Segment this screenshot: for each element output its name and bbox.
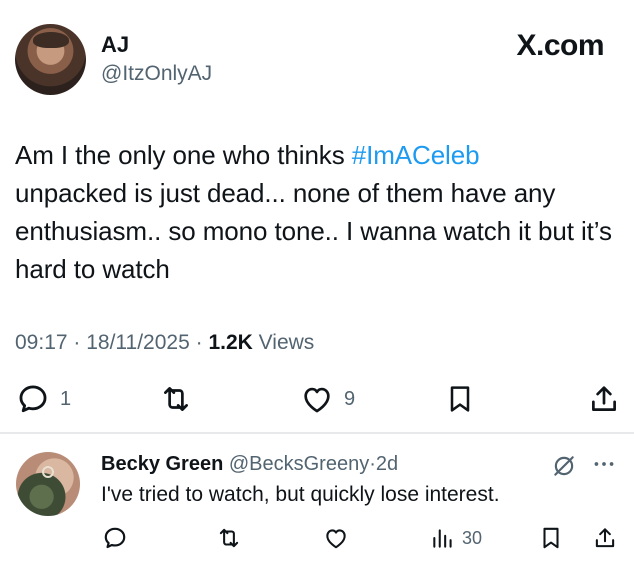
views-label: Views: [258, 331, 315, 354]
tweet-actions: 1 9: [0, 378, 634, 420]
reply-icon: [19, 385, 47, 413]
reply-age[interactable]: 2d: [376, 453, 398, 475]
reply-reply-button[interactable]: [102, 522, 128, 554]
reply-views-button[interactable]: 30: [430, 522, 482, 554]
reply-header: Becky Green @BecksGreeny·2d: [101, 452, 398, 476]
tweet-text-start: Am I the only one who thinks: [15, 140, 352, 170]
reply-actions: 30: [0, 522, 634, 554]
like-icon: [326, 529, 346, 549]
author-handle[interactable]: @ItzOnlyAJ: [101, 62, 212, 86]
like-count: 9: [344, 387, 356, 410]
author-avatar[interactable]: [15, 24, 86, 95]
share-icon: [592, 386, 616, 411]
reply-share-button[interactable]: [592, 522, 618, 554]
meta-separator: ·: [189, 331, 209, 354]
bookmark-button[interactable]: [444, 378, 476, 420]
reply-views-count: 30: [462, 527, 483, 548]
tweet-time[interactable]: 09:17: [15, 331, 68, 354]
views-count: 1.2K: [208, 331, 253, 354]
bookmark-icon: [450, 386, 470, 412]
reply-avatar[interactable]: [16, 452, 80, 516]
more-icon: [594, 462, 614, 466]
like-icon: [304, 387, 330, 413]
like-button[interactable]: 9: [300, 378, 355, 420]
share-button[interactable]: [587, 378, 621, 420]
main-tweet[interactable]: AJ @ItzOnlyAJ X.com Am I the only one wh…: [0, 0, 634, 432]
reply-like-button[interactable]: [323, 522, 349, 554]
reply-bookmark-button[interactable]: [538, 522, 564, 554]
reply-retweet-button[interactable]: [216, 522, 242, 554]
retweet-icon: [164, 387, 188, 411]
reply-button[interactable]: 1: [16, 378, 71, 420]
reply-count: 1: [60, 387, 72, 410]
reply-separator: ·: [369, 453, 376, 475]
grok-icon: [554, 456, 574, 476]
reply-author-name[interactable]: Becky Green: [101, 453, 223, 475]
share-icon: [595, 528, 615, 548]
retweet-button[interactable]: [158, 378, 194, 420]
brand-logo: X.com: [516, 29, 604, 62]
tweet-text: Am I the only one who thinks #ImACeleb un…: [15, 136, 627, 288]
reply-text: I've tried to watch, but quickly lose in…: [101, 483, 500, 506]
reply-icon: [104, 527, 126, 549]
tweet-text-rest: unpacked is just dead... none of them ha…: [15, 178, 612, 284]
bookmark-icon: [543, 527, 559, 549]
reply-author-handle[interactable]: @BecksGreeny: [229, 453, 369, 475]
author-name[interactable]: AJ: [101, 32, 129, 58]
grok-button[interactable]: [551, 453, 577, 484]
retweet-icon: [219, 528, 239, 548]
views-icon: [433, 529, 452, 548]
tweet-meta: 09:17 · 18/11/2025 · 1.2K Views: [15, 328, 314, 358]
reply-tweet[interactable]: Becky Green @BecksGreeny·2d I've tried t…: [0, 434, 634, 581]
meta-separator: ·: [67, 331, 87, 354]
more-button[interactable]: [591, 451, 617, 482]
hashtag-link[interactable]: #ImACeleb: [352, 140, 480, 170]
tweet-date[interactable]: 18/11/2025: [86, 331, 190, 354]
